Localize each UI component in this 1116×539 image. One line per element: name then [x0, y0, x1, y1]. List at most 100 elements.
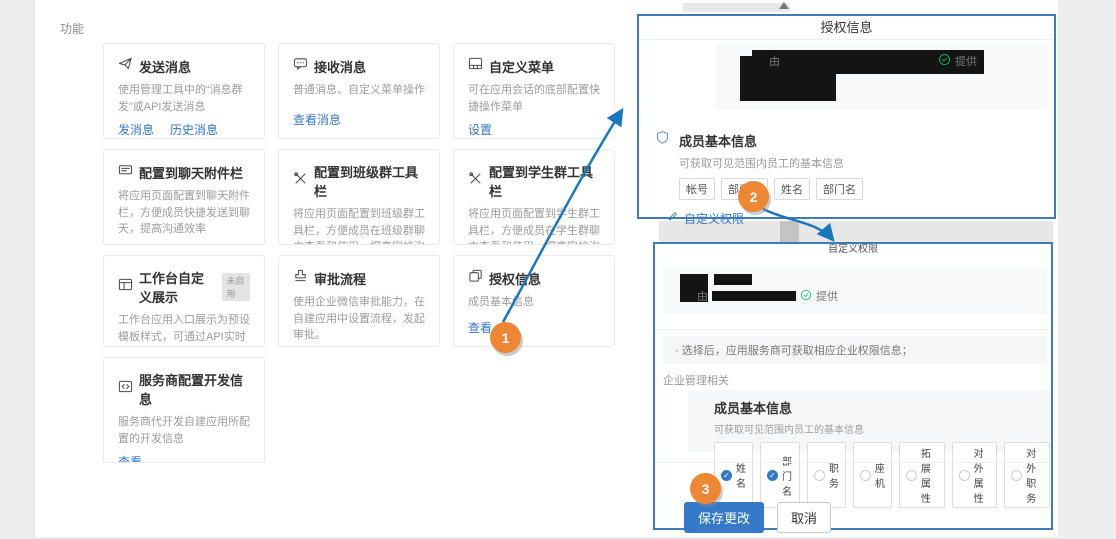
approval-stamp-icon — [293, 268, 308, 288]
card-description: 工作台应用入口展示为预设模板样式，可通过API实时更新内容 — [118, 312, 250, 347]
send-icon — [118, 56, 133, 76]
card-link[interactable]: 历史消息 — [170, 121, 218, 138]
card-action-links: 查看 — [468, 313, 600, 336]
section-desc: 可获取可见范围内员工的基本信息 — [714, 421, 1050, 436]
field-tag: 姓名 — [774, 178, 810, 200]
card-title: 配置到聊天附件栏 — [139, 163, 243, 182]
chat-attachment-icon — [118, 162, 133, 182]
function-section-label: 功能 — [60, 20, 84, 37]
checkbox-unchecked-icon — [1011, 470, 1022, 481]
divider — [655, 462, 1051, 463]
auth-info-panel: 授权信息 由 提供 成员基本信息 可获取可见范围内员工的基本信息 帐号部门ID姓… — [637, 14, 1056, 219]
permission-checkbox-unchecked[interactable]: 拓展属性 — [899, 442, 945, 508]
app-identity-block: 由 提供 — [663, 268, 1047, 314]
card-action-links: 设置 — [468, 115, 600, 138]
member-basic-info-section: 成员基本信息 可获取可见范围内员工的基本信息 ✓姓名✓部门名职务座机拓展属性对外… — [688, 390, 1050, 452]
card-title: 工作台自定义展示 — [139, 268, 214, 306]
card-description: 将应用页面配置到班级群工具栏，方便成员在班级群聊中查看和使用，提高家校沟通效率 — [293, 206, 425, 245]
step-badge-1: 1 — [490, 322, 521, 353]
provided-by-prefix: 由 — [697, 288, 708, 304]
divider — [655, 329, 1051, 330]
card-description: 成员基本信息 — [468, 294, 600, 311]
provided-by-suffix: 提供 — [955, 53, 977, 69]
card-link[interactable]: 设置 — [468, 121, 492, 138]
checkbox-unchecked-icon — [959, 470, 970, 481]
feature-card-5: 配置到班级群工具栏将应用页面配置到班级群工具栏，方便成员在班级群聊中查看和使用，… — [278, 149, 440, 245]
permission-checkbox-checked[interactable]: ✓ 姓名 — [714, 442, 753, 508]
provided-by-suffix: 提供 — [816, 288, 838, 304]
save-changes-button[interactable]: 保存更改 — [684, 502, 764, 533]
permission-checkbox-row: ✓ 姓名 ✓部门名职务座机 拓展属性 对外属性 对外职务 — [714, 442, 1050, 508]
redacted-app-name — [714, 274, 752, 285]
permission-checkbox-unchecked[interactable]: 对外职务 — [1004, 442, 1050, 508]
checkbox-checked-icon: ✓ — [721, 470, 732, 481]
feature-card-3: 自定义菜单可在应用会话的底部配置快捷操作菜单设置 — [453, 43, 615, 139]
checkbox-label: 对外职务 — [1026, 445, 1043, 505]
card-description: 将应用页面配置到聊天附件栏，方便成员快捷发送到聊天，提高沟通效率 — [118, 188, 250, 238]
card-title: 授权信息 — [489, 269, 541, 288]
card-action-links: 前往设置 — [293, 344, 425, 348]
step-badge-2: 2 — [738, 181, 769, 212]
field-tag: 部门名 — [816, 178, 863, 200]
card-description: 普通消息、自定义菜单操作 — [293, 82, 425, 99]
permission-notice: · 选择后，应用服务商可获取相应企业权限信息； — [663, 336, 1047, 364]
card-title: 配置到学生群工具栏 — [489, 162, 600, 200]
shield-icon — [655, 130, 670, 150]
code-icon — [118, 379, 133, 399]
card-description: 可在应用会话的底部配置快捷操作菜单 — [468, 82, 600, 115]
section-desc: 可获取可见范围内员工的基本信息 — [679, 155, 1038, 171]
checkbox-label: 拓展属性 — [921, 445, 938, 505]
auth-info-panel-title: 授权信息 — [639, 16, 1054, 40]
permission-checkbox-unchecked[interactable]: 职务 — [807, 442, 846, 508]
custom-permission-link[interactable]: 自定义权限 — [684, 210, 744, 227]
card-link[interactable]: 查看 — [118, 453, 142, 463]
section-title: 成员基本信息 — [679, 131, 757, 150]
feature-card-10: 服务商配置开发信息服务商代开发自建应用所配置的开发信息查看 — [103, 357, 265, 463]
checkbox-label: 对外属性 — [974, 445, 991, 505]
feature-card-grid: 发送消息使用管理工具中的“消息群发”或API发送消息发消息历史消息接收消息普通消… — [103, 43, 615, 463]
card-link[interactable]: 发消息 — [118, 121, 154, 138]
card-description: 使用企业微信审批能力，在自建应用中设置流程，发起审批。 — [293, 294, 425, 344]
feature-card-7: 工作台自定义展示未启用工作台应用入口展示为预设模板样式，可通过API实时更新内容… — [103, 255, 265, 347]
card-title: 接收消息 — [314, 57, 366, 76]
feature-card-4: 配置到聊天附件栏将应用页面配置到聊天附件栏，方便成员快捷发送到聊天，提高沟通效率… — [103, 149, 265, 245]
provided-by-line: 由 提供 — [769, 53, 977, 69]
checkbox-unchecked-icon — [906, 470, 917, 481]
message-bubble-icon — [293, 56, 308, 76]
card-link[interactable]: 配置 — [118, 244, 142, 246]
card-link[interactable]: 查看 — [468, 319, 492, 336]
cancel-button[interactable]: 取消 — [777, 502, 831, 533]
card-description: 使用管理工具中的“消息群发”或API发送消息 — [118, 82, 250, 115]
group-label: 企业管理相关 — [663, 372, 729, 388]
card-title: 发送消息 — [139, 57, 191, 76]
feature-card-6: 配置到学生群工具栏将应用页面配置到学生群工具栏，方便成员在学生群聊中查看和使用，… — [453, 149, 615, 245]
provided-by-line: 由 提供 — [697, 288, 838, 304]
permission-checkbox-unchecked[interactable]: 座机 — [853, 442, 892, 508]
checkbox-label: 姓名 — [736, 460, 746, 490]
card-action-links: 查看消息 — [293, 105, 425, 128]
checkbox-unchecked-icon — [814, 470, 825, 481]
workbench-icon — [118, 277, 133, 297]
pencil-icon — [667, 209, 679, 227]
card-title: 自定义菜单 — [489, 57, 554, 76]
card-action-links: 发消息历史消息 — [118, 115, 250, 138]
check-circle-icon — [938, 53, 951, 69]
permission-checkbox-checked[interactable]: ✓部门名 — [760, 442, 800, 508]
step-badge-3: 3 — [690, 473, 721, 504]
card-title: 审批流程 — [314, 269, 366, 288]
scroll-up-icon[interactable] — [779, 2, 789, 9]
checkbox-label: 职务 — [829, 460, 839, 490]
card-link[interactable]: 查看消息 — [293, 111, 341, 128]
toolbar-icon — [468, 171, 483, 191]
toolbar-icon — [293, 171, 308, 191]
section-title: 成员基本信息 — [714, 398, 1050, 417]
permission-checkbox-unchecked[interactable]: 对外属性 — [952, 442, 998, 508]
custom-menu-icon — [468, 56, 483, 76]
checkbox-unchecked-icon — [860, 470, 871, 481]
window-scroll-track — [683, 3, 790, 12]
card-title: 服务商配置开发信息 — [139, 370, 250, 408]
feature-card-9: 授权信息成员基本信息查看 — [453, 255, 615, 347]
feature-card-8: 审批流程使用企业微信审批能力，在自建应用中设置流程，发起审批。前往设置 — [278, 255, 440, 347]
card-description: 服务商代开发自建应用所配置的开发信息 — [118, 414, 250, 447]
card-title: 配置到班级群工具栏 — [314, 162, 425, 200]
